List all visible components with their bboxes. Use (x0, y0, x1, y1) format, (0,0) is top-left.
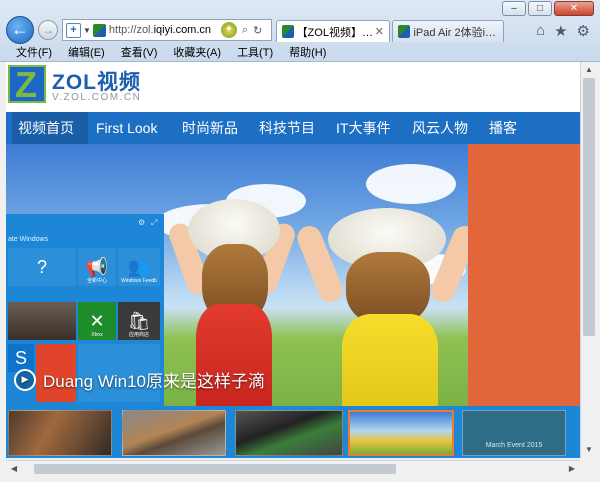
menu-tools[interactable]: 工具(T) (235, 44, 275, 62)
hero-banner[interactable]: ⚙ ⤢ ate Windows ? 📢 全新中心 👥 Windows Feedb… (6, 144, 580, 458)
nav-tech-show[interactable]: 科技节目 (253, 112, 321, 144)
feedback-tile: 👥 Windows Feedb (118, 248, 160, 286)
start-menu-header: ate Windows (8, 236, 49, 243)
chevron-down-icon[interactable]: ▼ (83, 26, 91, 35)
megaphone-icon: 📢 (85, 256, 109, 277)
back-arrow-icon: ← (11, 19, 29, 39)
tab-label: 【ZOL视频】科… (296, 26, 375, 39)
expand-icon: ⤢ (151, 218, 158, 227)
hero-caption[interactable]: ▶ Duang Win10原来是这样子滴 (14, 367, 265, 392)
site-nav: 视频首页 First Look 时尚新品 科技节目 IT大事件 风云人物 播客 (6, 112, 580, 144)
search-icon[interactable]: ⌕ (242, 24, 248, 37)
scroll-right-icon[interactable]: ▶ (564, 461, 580, 477)
tab-label: iPad Air 2体验iOS… (413, 26, 498, 39)
tile-label: Xbox (91, 332, 103, 338)
store-icon: 🛍 (127, 310, 151, 331)
menu-favorites[interactable]: 收藏夹(A) (171, 44, 223, 62)
nav-fashion[interactable]: 时尚新品 (176, 112, 244, 144)
horizontal-scroll-thumb[interactable] (34, 464, 396, 474)
maximize-button[interactable]: □ (528, 1, 552, 16)
help-tile: ? (8, 248, 76, 286)
menu-edit[interactable]: 编辑(E) (66, 44, 107, 62)
nav-home[interactable]: 视频首页 (12, 112, 88, 144)
menu-file[interactable]: 文件(F) (14, 44, 54, 62)
tile-label: 应用商店 (128, 332, 149, 338)
add-favorite-icon[interactable]: + (66, 22, 81, 38)
horizontal-scrollbar[interactable]: ◀ ▶ (6, 460, 580, 477)
thumbnail-overlay-text: March Event 2015 (485, 442, 543, 449)
play-icon[interactable]: ▶ (14, 368, 36, 391)
hero-caption-text: Duang Win10原来是这样子滴 (43, 372, 266, 391)
nav-podcast[interactable]: 播客 (483, 112, 523, 144)
tile-label: 全新中心 (86, 278, 107, 284)
url-prefix: http://zol. (108, 24, 154, 36)
thumbnail-2[interactable] (122, 410, 226, 456)
skype-icon: S (14, 347, 27, 368)
menu-bar: 文件(F) 编辑(E) 查看(V) 收藏夹(A) 工具(T) 帮助(H) (0, 44, 600, 62)
refresh-icon[interactable]: ↻ (253, 24, 262, 37)
tab-zol-video[interactable]: 【ZOL视频】科… ✕ (276, 20, 390, 42)
back-button[interactable]: ← (6, 16, 34, 44)
tab-favicon-icon (398, 25, 411, 38)
window-controls: – □ ✕ (502, 1, 594, 16)
tab-favicon-icon (282, 25, 294, 38)
xbox-tile: ✕ Xbox (78, 302, 116, 340)
thumbnail-3[interactable] (235, 410, 343, 456)
web-page: ZOL视频 V.ZOL.COM.CN 视频首页 First Look 时尚新品 … (6, 62, 580, 458)
orange-side-panel (468, 144, 580, 406)
menu-help[interactable]: 帮助(H) (287, 44, 328, 62)
site-favicon-icon (92, 23, 106, 37)
thumbnail-strip: March Event 2015 (6, 406, 580, 458)
tab-ipad-air[interactable]: iPad Air 2体验iOS… (392, 20, 504, 42)
xbox-icon: ✕ (89, 310, 105, 331)
scroll-down-icon[interactable]: ▼ (581, 442, 597, 458)
help-icon: ? (36, 256, 47, 277)
thumbnail-5[interactable]: March Event 2015 (462, 410, 566, 456)
nav-first-look[interactable]: First Look (90, 112, 163, 144)
tile-label: Windows Feedb (121, 278, 157, 284)
browser-chrome: – □ ✕ ← → + ▼ http://zol.iqiyi.com.cn ✦ … (0, 0, 600, 62)
nav-it-events[interactable]: IT大事件 (330, 112, 396, 144)
menu-view[interactable]: 查看(V) (119, 44, 160, 62)
nav-people[interactable]: 风云人物 (406, 112, 474, 144)
minimize-button[interactable]: – (502, 1, 526, 16)
url-text[interactable]: http://zol.iqiyi.com.cn (109, 24, 219, 36)
news-photo-tile (8, 302, 76, 340)
thumbnail-1[interactable] (8, 410, 112, 456)
announce-tile: 📢 全新中心 (78, 248, 116, 286)
gear-icon[interactable]: ⚙ (577, 22, 590, 40)
zol-logo-icon[interactable] (8, 64, 46, 106)
tab-close-icon[interactable]: ✕ (375, 25, 384, 38)
home-icon[interactable]: ⌂ (536, 22, 545, 40)
people-icon: 👥 (127, 256, 151, 277)
star-icon[interactable]: ★ (554, 22, 567, 40)
site-logo-subtitle: V.ZOL.COM.CN (52, 92, 142, 103)
cloud (366, 164, 456, 204)
compatibility-icon[interactable]: ✦ (220, 22, 237, 38)
vertical-scroll-thumb[interactable] (583, 78, 595, 336)
forward-button[interactable]: → (38, 20, 58, 40)
thumbnail-4-selected[interactable] (348, 410, 454, 456)
store-tile: 🛍 应用商店 (118, 302, 160, 340)
site-header: ZOL视频 V.ZOL.COM.CN (6, 62, 580, 112)
scroll-left-icon[interactable]: ◀ (6, 461, 22, 477)
close-button[interactable]: ✕ (554, 1, 594, 16)
url-domain: iqiyi.com.cn (153, 24, 212, 36)
scroll-up-icon[interactable]: ▲ (581, 62, 597, 78)
browser-icons: ⌂ ★ ⚙ (536, 22, 590, 40)
address-bar[interactable]: + ▼ http://zol.iqiyi.com.cn ✦ ⌕ ↻ (62, 19, 272, 41)
settings-icon: ⚙ (138, 218, 146, 227)
vertical-scrollbar[interactable]: ▲ ▼ (580, 62, 597, 458)
forward-arrow-icon: → (42, 23, 54, 37)
